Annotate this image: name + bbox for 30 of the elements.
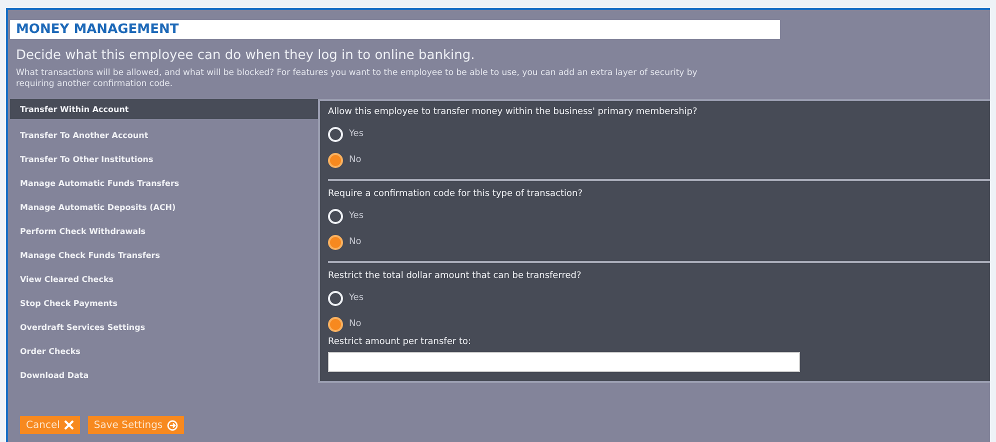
description-text: What transactions will be allowed, and what will be blocked? For features you want to the employee to be able to use, you can add an extra layer of security by requiring another confirmation code. bbox=[16, 68, 698, 90]
sidebar-item[interactable]: Perform Check Withdrawals bbox=[10, 219, 318, 243]
arrow-circle-icon bbox=[166, 420, 178, 430]
sidebar-item[interactable]: Download Data bbox=[10, 363, 318, 387]
radio-option[interactable]: No bbox=[328, 311, 362, 337]
sidebar-item[interactable]: Stop Check Payments bbox=[10, 291, 318, 315]
cancel-button[interactable]: Cancel bbox=[20, 416, 80, 434]
amount-field[interactable] bbox=[328, 352, 800, 372]
field-label: Restrict amount per transfer to: bbox=[328, 337, 472, 347]
radio-option[interactable]: No bbox=[328, 147, 362, 173]
section-title: MONEY MANAGEMENT bbox=[10, 20, 780, 39]
sidebar-item[interactable]: Manage Automatic Deposits (ACH) bbox=[10, 195, 318, 219]
sidebar-item[interactable]: Manage Check Funds Transfers bbox=[10, 243, 318, 267]
close-icon bbox=[64, 420, 74, 430]
sidebar-item[interactable]: Overdraft Services Settings bbox=[10, 315, 318, 339]
sidebar-item[interactable]: Transfer To Other Institutions bbox=[10, 147, 318, 171]
radio-option[interactable]: Yes bbox=[328, 285, 364, 311]
radio-option[interactable]: Yes bbox=[328, 203, 364, 229]
radio-option[interactable]: No bbox=[328, 229, 362, 255]
question-text: Require a confirmation code for this type of transaction? bbox=[328, 189, 584, 199]
question-text: Restrict the total dollar amount that can be transferred? bbox=[328, 271, 582, 281]
sidebar-item[interactable]: View Cleared Checks bbox=[10, 267, 318, 291]
radio-option[interactable]: Yes bbox=[328, 121, 364, 147]
sidebar-item[interactable]: Transfer Within Account bbox=[10, 99, 318, 119]
save-button[interactable]: Save Settings bbox=[88, 416, 184, 434]
page-heading: Decide what this employee can do when they log in to online banking. bbox=[16, 48, 476, 63]
sidebar-item[interactable]: Manage Automatic Funds Transfers bbox=[10, 171, 318, 195]
sidebar-item[interactable]: Transfer To Another Account bbox=[10, 123, 318, 147]
question-text: Allow this employee to transfer money within the business' primary membership? bbox=[328, 107, 698, 117]
sidebar-item[interactable]: Order Checks bbox=[10, 339, 318, 363]
